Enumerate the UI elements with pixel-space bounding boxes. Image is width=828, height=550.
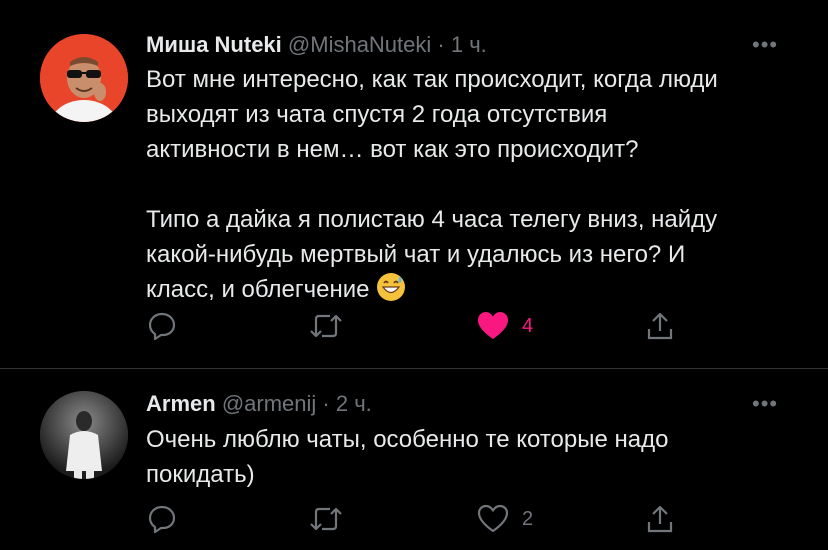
timestamp[interactable]: 2 ч. [336,391,372,416]
avatar[interactable] [40,34,128,122]
reply-button[interactable] [146,502,190,536]
like-button[interactable]: 2 [476,502,533,536]
like-button[interactable]: 4 [476,309,533,343]
tweet-1[interactable]: Миша Nuteki @MishaNuteki · 1 ч. ••• Вот … [0,0,828,368]
retweet-icon [310,314,342,338]
share-icon [647,505,673,533]
text-line: Вот мне интересно, как так происходит, к… [146,66,718,93]
retweet-button[interactable] [308,502,356,536]
tweet-actions: 2 [146,502,686,536]
text-line-with-emoji: класс, и облегчение [146,272,806,307]
text-line: Очень люблю чаты, особенно те которые на… [146,426,669,453]
avatar-image [40,391,128,479]
like-count: 2 [522,507,534,530]
tweet-2[interactable]: Armen @armenij · 2 ч. ••• Очень люблю ча… [0,369,828,550]
more-options-icon[interactable]: ••• [752,32,778,58]
avatar-image [40,34,128,122]
heart-filled-icon [478,312,508,339]
like-count: 4 [522,314,534,337]
tweet-text: Очень люблю чаты, особенно те которые на… [146,422,806,492]
timestamp[interactable]: 1 ч. [451,32,487,57]
tweet-actions: 4 [146,309,686,343]
text-line: покидать) [146,461,255,488]
text-line: какой-нибудь мертвый чат и удалюсь из не… [146,241,686,268]
author-name[interactable]: Armen [146,391,216,416]
share-button[interactable] [644,502,688,536]
more-options-icon[interactable]: ••• [752,391,778,417]
separator-dot: · [322,391,330,416]
reply-icon [148,312,176,341]
reply-button[interactable] [146,309,190,343]
retweet-button[interactable] [308,309,356,343]
share-icon [647,312,673,340]
tweet-text: Вот мне интересно, как так происходит, к… [146,62,806,307]
reply-icon [148,505,176,534]
tweet-header: Armen @armenij · 2 ч. [146,391,372,417]
tweet-header: Миша Nuteki @MishaNuteki · 1 ч. [146,32,487,58]
share-button[interactable] [644,309,688,343]
separator-dot: · [437,32,445,57]
text-line: выходят из чата спустя 2 года отсутствия [146,101,608,128]
author-name[interactable]: Миша Nuteki [146,32,282,57]
retweet-icon [310,507,342,531]
author-handle[interactable]: @armenij [222,391,316,416]
avatar[interactable] [40,391,128,479]
grinning-face-with-sweat-icon [376,272,406,302]
text-line: Типо а дайка я полистаю 4 часа телегу вн… [146,206,718,233]
text-line: активности в нем… вот как это происходит… [146,136,639,163]
author-handle[interactable]: @MishaNuteki [288,32,431,57]
heart-outline-icon [477,504,509,533]
text-line: класс, и облегчение [146,276,370,303]
